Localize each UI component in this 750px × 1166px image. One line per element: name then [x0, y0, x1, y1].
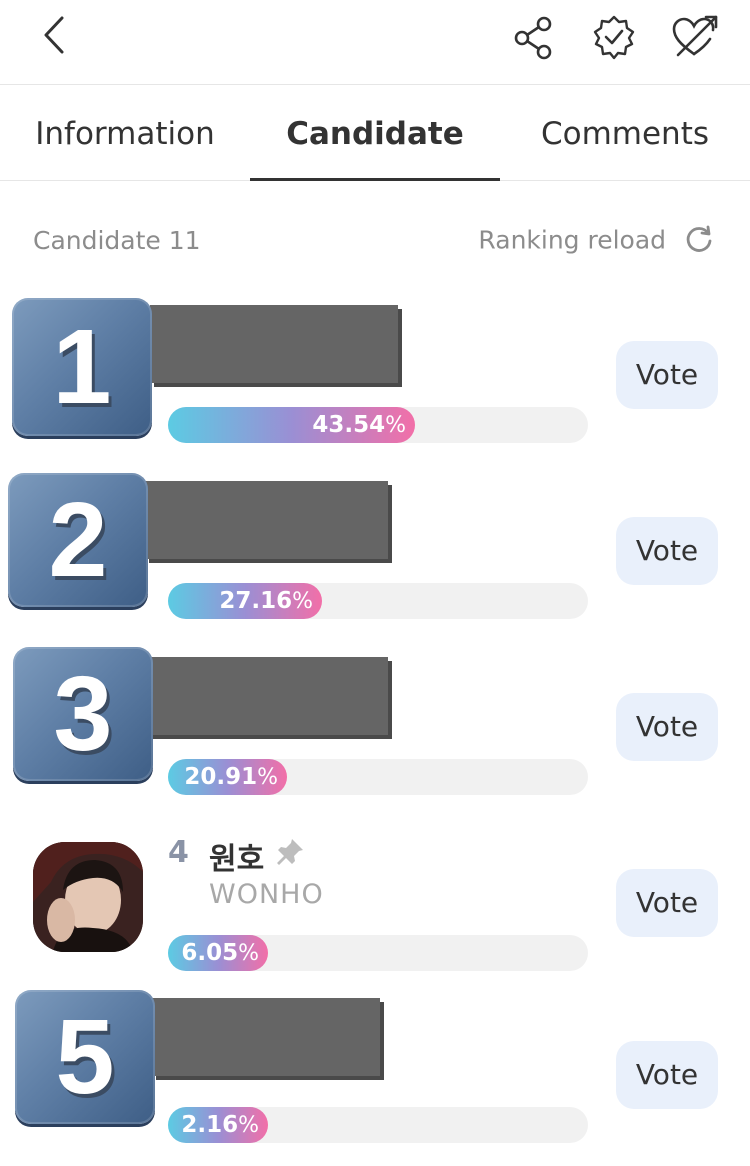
vote-percent-value: 27.16 — [219, 588, 293, 614]
tab-candidate[interactable]: Candidate — [250, 85, 500, 181]
tab-information[interactable]: Information — [0, 85, 250, 180]
redacted-name-block — [145, 481, 388, 559]
tab-comments[interactable]: Comments — [500, 85, 750, 180]
tab-comments-label: Comments — [540, 116, 710, 152]
back-chevron-icon[interactable] — [32, 14, 78, 60]
percent-unit: % — [385, 413, 406, 438]
candidate-row-3: 3 20.91% Vote — [0, 645, 750, 821]
vote-progress-fill: 6.05% — [168, 935, 268, 971]
rank-badge: 1 — [12, 298, 152, 436]
redacted-name-block — [148, 657, 388, 735]
percent-unit: % — [238, 941, 259, 966]
redacted-name-block — [150, 305, 398, 383]
vote-button[interactable]: Vote — [616, 693, 718, 761]
vote-progress-track: 20.91% — [168, 759, 588, 795]
pin-icon[interactable] — [275, 837, 305, 867]
rank-badge: 5 — [15, 990, 155, 1124]
vote-percent: 20.91% — [184, 759, 278, 796]
rank-number: 4 — [168, 835, 189, 870]
vote-percent-value: 20.91 — [184, 764, 258, 790]
candidate-row-4: 4 원호 WONHO 6.05% Vote — [0, 821, 750, 997]
tab-bar: Information Candidate Comments — [0, 85, 750, 181]
vote-percent-value: 6.05 — [181, 940, 239, 966]
vote-progress-fill: 20.91% — [168, 759, 287, 795]
reload-icon — [686, 225, 712, 252]
vote-progress-fill: 2.16% — [168, 1107, 268, 1143]
tab-information-label: Information — [35, 116, 215, 152]
percent-unit: % — [238, 1113, 259, 1138]
vote-progress-track: 43.54% — [168, 407, 588, 443]
share-icon[interactable] — [512, 14, 554, 60]
rank-badge: 2 — [8, 473, 148, 607]
percent-unit: % — [292, 589, 313, 614]
vote-percent: 6.05% — [181, 935, 259, 972]
top-bar — [0, 0, 750, 85]
candidate-avatar[interactable] — [33, 842, 143, 952]
candidate-row-2: 2 27.16% Vote — [0, 469, 750, 645]
vote-progress-track: 6.05% — [168, 935, 588, 971]
verified-badge-icon[interactable] — [592, 14, 635, 60]
vote-progress-fill: 27.16% — [168, 583, 322, 619]
vote-progress-track: 2.16% — [168, 1107, 588, 1143]
vote-progress-fill: 43.54% — [168, 407, 415, 443]
redacted-name-block — [152, 998, 380, 1076]
vote-progress-track: 27.16% — [168, 583, 588, 619]
active-tab-underline — [250, 178, 500, 181]
vote-percent-value: 2.16 — [181, 1112, 239, 1138]
tab-candidate-label: Candidate — [286, 116, 464, 152]
ranking-reload-label: Ranking reload — [478, 225, 667, 255]
candidate-name-korean: 원호 — [209, 842, 265, 877]
vote-button[interactable]: Vote — [616, 1041, 718, 1109]
candidate-name-english: WONHO — [209, 879, 324, 910]
vote-percent-value: 43.54 — [312, 412, 386, 438]
vote-button[interactable]: Vote — [616, 869, 718, 937]
percent-unit: % — [257, 765, 278, 790]
vote-button[interactable]: Vote — [616, 517, 718, 585]
candidate-count: Candidate 11 — [33, 226, 201, 255]
heart-arrow-icon[interactable] — [670, 14, 720, 60]
vote-percent: 2.16% — [181, 1107, 259, 1144]
vote-percent: 27.16% — [219, 583, 313, 620]
candidate-row-5: 5 2.16% Vote — [0, 990, 750, 1166]
vote-percent: 43.54% — [312, 407, 406, 444]
ranking-reload-button[interactable]: Ranking reload — [478, 224, 714, 255]
candidate-count-bar: Candidate 11 Ranking reload — [0, 216, 750, 268]
rank-badge: 3 — [13, 647, 153, 781]
candidate-row-1: 1 43.54% Vote — [0, 293, 750, 469]
vote-button[interactable]: Vote — [616, 341, 718, 409]
